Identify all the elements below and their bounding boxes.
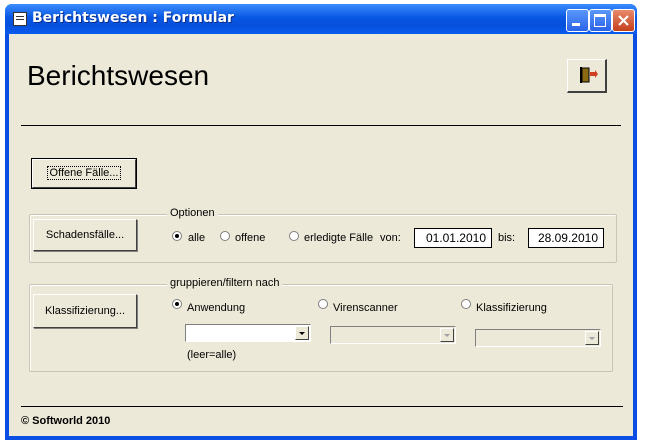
offene-faelle-button[interactable]: Offene Fälle...: [31, 158, 137, 189]
bis-date-field[interactable]: 28.09.2010: [528, 228, 604, 248]
exit-button[interactable]: [567, 59, 607, 93]
radio-klassifizierung[interactable]: [461, 299, 471, 309]
radio-virenscanner-label: Virenscanner: [333, 302, 398, 314]
exit-door-icon: [580, 67, 598, 83]
radio-anwendung-label: Anwendung: [187, 302, 246, 314]
title-bar[interactable]: Berichtswesen : Formular: [5, 4, 637, 34]
virenscanner-dropdown[interactable]: [330, 326, 456, 344]
minimize-icon: [572, 23, 580, 26]
form-body: Berichtswesen Offene Fälle... Schadensfä…: [9, 34, 633, 436]
anwendung-dropdown[interactable]: [185, 324, 311, 342]
von-date-field[interactable]: 01.01.2010: [414, 228, 492, 248]
chevron-down-icon[interactable]: [440, 328, 454, 342]
von-label: von:: [380, 232, 401, 244]
window-title: Berichtswesen : Formular: [32, 10, 234, 26]
form-window: Berichtswesen : Formular Berichtswesen O…: [5, 4, 637, 440]
header-divider: [21, 125, 621, 126]
radio-klassifizierung-label: Klassifizierung: [476, 302, 547, 314]
footer-divider: [21, 406, 623, 407]
leer-alle-hint: (leer=alle): [187, 349, 237, 361]
radio-virenscanner[interactable]: [318, 299, 328, 309]
form-icon: [13, 12, 27, 26]
radio-erledigte-label: erledigte Fälle: [304, 232, 374, 244]
radio-alle-label: alle: [188, 232, 206, 244]
close-icon: [618, 15, 629, 26]
optionen-legend: Optionen: [167, 207, 218, 219]
klassifizierung-dropdown[interactable]: [475, 329, 601, 347]
maximize-icon: [594, 14, 606, 27]
chevron-down-icon[interactable]: [585, 331, 599, 345]
schadensfaelle-button[interactable]: Schadensfälle...: [33, 219, 137, 251]
radio-anwendung[interactable]: [172, 299, 182, 309]
bis-label: bis:: [498, 232, 516, 244]
minimize-button[interactable]: [566, 9, 589, 32]
copyright-text: © Softworld 2010: [21, 415, 111, 427]
radio-alle[interactable]: [172, 231, 182, 241]
radio-erledigte[interactable]: [289, 231, 299, 241]
radio-offene[interactable]: [220, 231, 230, 241]
offene-faelle-label: Offene Fälle...: [46, 166, 122, 180]
maximize-button[interactable]: [589, 9, 612, 32]
page-title: Berichtswesen: [27, 60, 210, 91]
klassifizierung-label: Klassifizierung...: [44, 305, 126, 317]
schadensfaelle-label: Schadensfälle...: [45, 229, 125, 241]
radio-offene-label: offene: [235, 232, 266, 244]
close-button[interactable]: [612, 9, 635, 32]
gruppieren-legend: gruppieren/filtern nach: [167, 277, 283, 289]
klassifizierung-button[interactable]: Klassifizierung...: [33, 294, 137, 328]
chevron-down-icon[interactable]: [295, 326, 309, 340]
